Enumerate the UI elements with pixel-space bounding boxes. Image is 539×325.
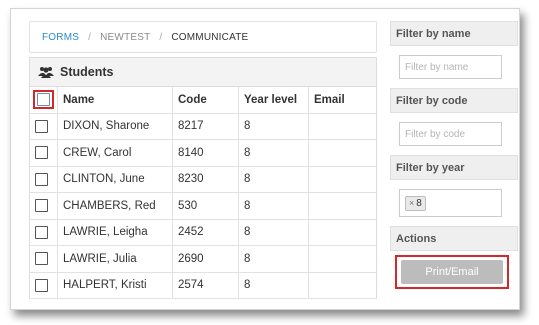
table-row[interactable]: CLINTON, June 8230 8 — [30, 166, 376, 193]
cell-name: LAWRIE, Julia — [57, 245, 173, 273]
cell-code: 2452 — [172, 219, 239, 246]
row-checkbox[interactable] — [35, 199, 48, 213]
filter-code-heading: Filter by code — [390, 88, 518, 113]
filter-name-body: Filter by name — [390, 46, 518, 88]
column-header-email[interactable]: Email — [308, 87, 376, 114]
cell-email — [308, 219, 376, 246]
users-icon — [38, 67, 54, 78]
column-header-code[interactable]: Code — [172, 87, 239, 114]
table-row[interactable]: LAWRIE, Leigha 2452 8 — [30, 219, 376, 246]
cell-email — [308, 166, 376, 193]
breadcrumb-forms-link[interactable]: FORMS — [42, 32, 79, 43]
cell-name: CHAMBERS, Red — [57, 192, 173, 220]
row-checkbox[interactable] — [35, 146, 48, 160]
cell-name: CLINTON, June — [57, 166, 173, 193]
students-panel-header: Students — [30, 58, 376, 87]
breadcrumb-separator: / — [88, 31, 92, 43]
cell-year: 8 — [238, 192, 309, 220]
breadcrumb: FORMS / NEWTEST / COMMUNICATE — [29, 21, 377, 53]
cell-code: 8230 — [172, 166, 239, 193]
cell-name: LAWRIE, Leigha — [57, 219, 173, 246]
print-email-button[interactable]: Print/Email — [401, 260, 503, 284]
filter-code-body: Filter by code — [390, 113, 518, 155]
students-panel: Students Name Code Year level Email DIXO… — [29, 57, 377, 299]
students-panel-title: Students — [60, 65, 114, 79]
cell-year: 8 — [238, 139, 309, 167]
select-all-highlight — [33, 90, 54, 110]
filter-name-input[interactable]: Filter by name — [399, 55, 502, 79]
breadcrumb-separator: / — [159, 31, 163, 43]
row-select-cell — [30, 113, 58, 140]
filter-sidebar: Filter by name Filter by name Filter by … — [390, 21, 518, 299]
print-email-highlight: Print/Email — [395, 255, 509, 289]
cell-email — [308, 272, 376, 299]
breadcrumb-newtest-link[interactable]: NEWTEST — [100, 32, 150, 43]
row-checkbox[interactable] — [35, 119, 48, 133]
cell-year: 8 — [238, 113, 309, 140]
cell-code: 8217 — [172, 113, 239, 140]
table-row[interactable]: LAWRIE, Julia 2690 8 — [30, 245, 376, 273]
cell-code: 2690 — [172, 245, 239, 273]
select-all-cell — [30, 87, 58, 114]
table-row[interactable]: HALPERT, Kristi 2574 8 — [30, 272, 376, 299]
cell-year: 8 — [238, 272, 309, 299]
column-header-name[interactable]: Name — [57, 87, 173, 114]
cell-name: HALPERT, Kristi — [57, 272, 173, 299]
row-checkbox[interactable] — [35, 252, 48, 266]
row-select-cell — [30, 166, 58, 193]
table-row[interactable]: CREW, Carol 8140 8 — [30, 139, 376, 167]
table-row[interactable]: CHAMBERS, Red 530 8 — [30, 192, 376, 220]
breadcrumb-current: COMMUNICATE — [171, 31, 249, 43]
remove-tag-icon[interactable]: × — [409, 198, 414, 208]
filter-year-body: × 8 — [390, 180, 518, 226]
row-select-cell — [30, 272, 58, 299]
table-header-row: Name Code Year level Email — [30, 87, 376, 114]
window-frame: FORMS / NEWTEST / COMMUNICATE Students N… — [10, 8, 520, 310]
cell-email — [308, 139, 376, 167]
actions-heading: Actions — [390, 226, 518, 251]
row-select-cell — [30, 245, 58, 273]
row-checkbox[interactable] — [35, 278, 48, 292]
column-header-year[interactable]: Year level — [238, 87, 309, 114]
cell-code: 2574 — [172, 272, 239, 299]
filter-year-input[interactable]: × 8 — [399, 189, 502, 217]
cell-code: 530 — [172, 192, 239, 220]
year-filter-tag: × 8 — [405, 195, 426, 211]
cell-email — [308, 245, 376, 273]
students-table: Name Code Year level Email DIXON, Sharon… — [30, 87, 376, 299]
row-select-cell — [30, 219, 58, 246]
filter-year-heading: Filter by year — [390, 155, 518, 180]
table-row[interactable]: DIXON, Sharone 8217 8 — [30, 113, 376, 140]
row-select-cell — [30, 192, 58, 220]
cell-code: 8140 — [172, 139, 239, 167]
cell-year: 8 — [238, 166, 309, 193]
row-checkbox[interactable] — [35, 172, 48, 186]
filter-name-heading: Filter by name — [390, 21, 518, 46]
row-select-cell — [30, 139, 58, 167]
select-all-checkbox[interactable] — [37, 93, 50, 107]
year-filter-tag-value: 8 — [416, 197, 422, 209]
row-checkbox[interactable] — [35, 225, 48, 239]
cell-email — [308, 113, 376, 140]
cell-name: CREW, Carol — [57, 139, 173, 167]
cell-name: DIXON, Sharone — [57, 113, 173, 140]
cell-year: 8 — [238, 219, 309, 246]
cell-year: 8 — [238, 245, 309, 273]
filter-code-input[interactable]: Filter by code — [399, 122, 502, 146]
cell-email — [308, 192, 376, 220]
